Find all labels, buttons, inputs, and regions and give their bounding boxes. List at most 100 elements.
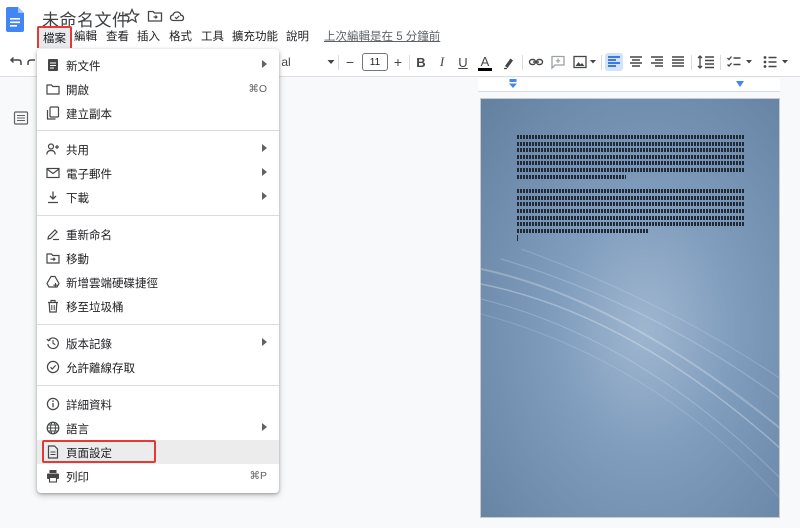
star-icon[interactable] [124,8,140,24]
checklist-icon[interactable] [726,54,742,70]
document-icon [48,59,58,71]
folder-open-icon [46,84,60,95]
text-line [517,195,745,200]
document-outline-icon[interactable] [13,111,29,125]
google-docs-logo-icon[interactable] [6,7,24,32]
last-edit-link[interactable]: 上次編輯是在 5 分鐘前 [324,28,440,44]
underline-button[interactable]: U [456,54,470,70]
line-spacing-icon[interactable] [697,54,715,70]
cloud-saved-icon[interactable] [169,8,185,24]
italic-button[interactable]: I [435,54,449,70]
text-line [517,208,745,213]
bold-button[interactable]: B [414,54,428,70]
image-dropdown-chevron-icon[interactable] [589,54,597,70]
text-line [517,215,745,220]
submenu-arrow-icon [262,168,267,176]
menu-item-move-to-trash[interactable]: 移至垃圾桶 [37,294,279,318]
submenu-arrow-icon [262,423,267,431]
font-size-input[interactable]: 11 [362,53,388,71]
undo-icon[interactable] [7,54,23,70]
menu-item-offline-access[interactable]: 允許離線存取 [37,355,279,379]
menu-extensions[interactable]: 擴充功能 [232,28,278,44]
horizontal-ruler[interactable] [478,78,780,92]
person-add-icon [46,143,59,155]
page-setup-annotation-box [42,440,156,463]
menu-divider [37,324,279,325]
file-menu-dropdown: 新文件 開啟 ⌘O 建立副本 共用 電子郵件 下載 重新命名 移動 新增雲端硬碟… [37,49,279,493]
left-indent-marker-icon[interactable] [508,79,518,89]
menu-help[interactable]: 說明 [286,28,309,44]
increase-font-size-button[interactable]: + [391,54,405,70]
document-page[interactable] [480,98,780,518]
menu-item-open[interactable]: 開啟 ⌘O [37,77,279,101]
menu-item-print[interactable]: 列印 ⌘P [37,464,279,488]
font-name-fragment[interactable]: al [280,54,292,70]
menu-item-email[interactable]: 電子郵件 [37,161,279,185]
text-line [517,154,745,159]
menu-item-add-drive-shortcut[interactable]: 新增雲端硬碟捷徑 [37,270,279,294]
toolbar-separator [720,55,721,70]
drive-shortcut-icon [46,275,60,288]
menu-item-language[interactable]: 語言 [37,416,279,440]
menu-divider [37,130,279,131]
submenu-arrow-icon [262,338,267,346]
menu-file[interactable]: 檔案 [37,26,72,50]
toolbar-separator [338,55,339,70]
text-line [517,141,745,146]
insert-link-icon[interactable] [528,54,544,70]
page-body-text[interactable] [517,135,745,242]
text-cursor [517,235,518,242]
text-line [517,228,650,233]
submenu-arrow-icon [262,60,267,68]
right-indent-marker-icon[interactable] [735,80,745,89]
text-color-button[interactable]: A [478,54,492,71]
menu-tools[interactable]: 工具 [201,28,224,44]
bulleted-list-dropdown-chevron-icon[interactable] [781,54,789,70]
docs-app: 未命名文件 檔案 編輯 查看 插入 格式 工具 擴充功能 說明 上次編輯是在 5… [0,0,800,528]
menu-divider [37,215,279,216]
menu-divider [37,385,279,386]
align-right-icon[interactable] [649,54,665,70]
email-icon [46,167,60,179]
menu-item-version-history[interactable]: 版本記錄 [37,331,279,355]
move-folder-icon[interactable] [147,8,163,24]
align-justify-icon[interactable] [670,54,686,70]
decrease-font-size-button[interactable]: − [343,54,357,70]
text-line [517,222,745,227]
menu-item-move[interactable]: 移動 [37,246,279,270]
redo-icon[interactable] [27,54,37,70]
insert-comment-icon[interactable] [550,54,566,70]
highlight-pen-icon[interactable] [501,54,517,70]
toolbar-separator [409,55,410,70]
checklist-dropdown-chevron-icon[interactable] [745,54,753,70]
history-icon [46,337,59,350]
copy-icon [46,106,60,120]
menu-insert[interactable]: 插入 [137,28,160,44]
menu-item-share[interactable]: 共用 [37,137,279,161]
menu-item-download[interactable]: 下載 [37,185,279,209]
menu-item-rename[interactable]: 重新命名 [37,222,279,246]
submenu-arrow-icon [262,192,267,200]
text-line [517,167,745,172]
submenu-arrow-icon [262,144,267,152]
move-icon [46,253,60,264]
menu-edit[interactable]: 編輯 [74,28,97,44]
menu-format[interactable]: 格式 [169,28,192,44]
toolbar-separator [522,55,523,70]
menu-item-make-copy[interactable]: 建立副本 [37,101,279,125]
bulleted-list-icon[interactable] [762,54,778,70]
toolbar-separator [691,55,692,70]
download-icon [48,191,58,204]
align-center-icon[interactable] [628,54,644,70]
print-icon [47,470,59,483]
shortcut-label: ⌘P [249,470,267,482]
text-line [517,135,745,139]
menu-view[interactable]: 查看 [106,28,129,44]
font-dropdown-chevron-icon[interactable] [326,54,336,70]
menu-item-new-document[interactable]: 新文件 [37,53,279,77]
insert-image-icon[interactable] [572,54,588,70]
align-left-icon[interactable] [605,53,623,71]
text-line [517,148,745,153]
menu-item-details[interactable]: 詳細資料 [37,392,279,416]
header: 未命名文件 檔案 編輯 查看 插入 格式 工具 擴充功能 說明 上次編輯是在 5… [0,0,800,50]
